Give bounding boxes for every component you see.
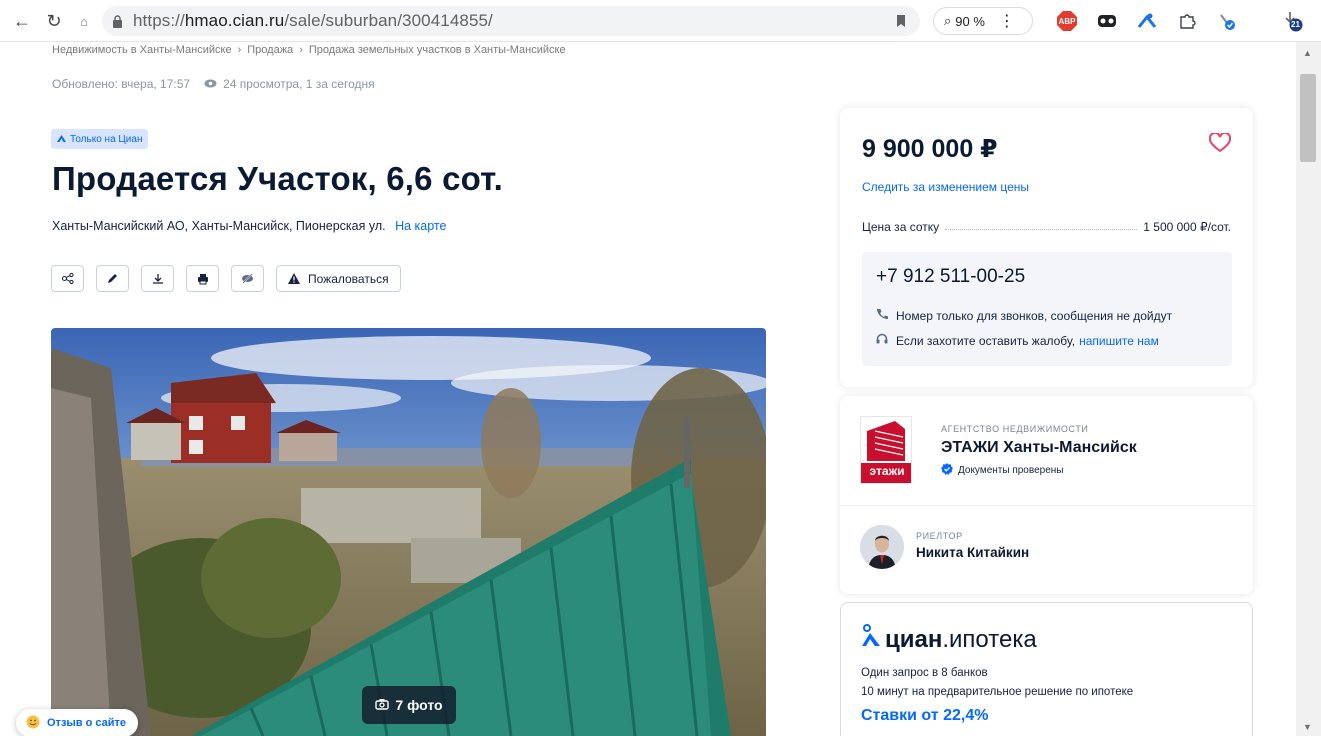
listing-meta: Обновлено: вчера, 17:57 24 просмотра, 1 … (52, 77, 375, 91)
scroll-thumb[interactable] (1300, 74, 1316, 162)
only-on-cian-badge: Только на Циан (51, 129, 149, 149)
cian-logo-icon (861, 623, 881, 654)
agency-logo[interactable]: этажи (860, 416, 912, 484)
map-link[interactable]: На карте (395, 219, 446, 233)
cian-mortgage-logo: циан .ипотека (861, 623, 1037, 654)
phone-box: +7 912 511-00-25 Номер только для звонко… (862, 252, 1232, 366)
address: Ханты-Мансийский АО, Ханты-Мансийск, Пио… (52, 219, 446, 233)
phone-icon (876, 308, 888, 323)
share-icon (61, 273, 74, 284)
back-icon[interactable]: ← (10, 9, 34, 33)
downloads-icon[interactable]: 21 (1282, 10, 1304, 32)
calls-only-note: Номер только для звонков, сообщения не д… (876, 308, 1172, 323)
realtor-type: РИЕЛТОР (916, 531, 963, 541)
page-content: Недвижимость в Ханты-Мансийске › Продажа… (0, 42, 1296, 736)
realtor-name[interactable]: Никита Китайкин (916, 545, 1029, 560)
price: 9 900 000 ₽ (862, 135, 998, 163)
views-text: 24 просмотра, 1 за сегодня (223, 77, 375, 91)
hide-button[interactable] (231, 265, 264, 292)
bookmark-icon[interactable] (896, 14, 906, 33)
price-card: 9 900 000 ₽ Следить за изменением цены Ц… (840, 108, 1253, 387)
home-icon[interactable]: ⌂ (72, 9, 96, 33)
verified-badge: Документы проверены (941, 463, 1063, 478)
adblock-icon[interactable]: ABP (1056, 10, 1078, 32)
note-button[interactable] (96, 265, 129, 292)
updated-text: Обновлено: вчера, 17:57 (52, 77, 191, 91)
breadcrumb-item[interactable]: Продажа земельных участков в Ханты-Манси… (309, 44, 566, 56)
watch-price-link[interactable]: Следить за изменением цены (862, 180, 1029, 194)
extension-mask-icon[interactable] (1096, 10, 1118, 32)
extension-person-icon[interactable] (1136, 10, 1158, 32)
address-text: Ханты-Мансийский АО, Ханты-Мансийск, Пио… (52, 219, 386, 233)
dotted-leader (945, 228, 1138, 230)
mortgage-line-2: 10 минут на предварительное решение по и… (861, 686, 1134, 698)
printer-icon (197, 273, 208, 284)
zoom-icon: ⌕ (944, 13, 952, 28)
agency-type: АГЕНТСТВО НЕДВИЖИМОСТИ (941, 424, 1089, 434)
agency-name[interactable]: ЭТАЖИ Ханты-Мансийск (941, 439, 1137, 457)
breadcrumb-item[interactable]: Недвижимость в Ханты-Мансийске (52, 44, 232, 56)
url-text: https://hmao.cian.ru/sale/suburban/30041… (133, 11, 493, 30)
price-per-sotka: Цена за сотку 1 500 000 ₽/сот. (862, 220, 1231, 234)
agency-card: этажи АГЕНТСТВО НЕДВИЖИМОСТИ ЭТАЖИ Ханты… (840, 396, 1253, 594)
eye-icon (204, 77, 217, 91)
listing-toolbar: Пожаловаться (51, 265, 401, 292)
scroll-down-icon[interactable]: ▼ (1303, 722, 1312, 732)
favorite-heart-icon[interactable] (1208, 131, 1232, 160)
mortgage-card[interactable]: циан .ипотека Один запрос в 8 банков 10 м… (840, 602, 1253, 736)
breadcrumb: Недвижимость в Ханты-Мансийске › Продажа… (52, 44, 566, 56)
breadcrumb-separator: › (299, 44, 303, 56)
listing-photo[interactable] (51, 328, 766, 736)
print-button[interactable] (186, 265, 219, 292)
warning-icon (288, 273, 300, 284)
reload-icon[interactable]: ↻ (42, 9, 66, 33)
breadcrumb-separator: › (237, 44, 242, 56)
share-button[interactable] (51, 265, 84, 292)
browser-toolbar: ← ↻ ⌂ https://hmao.cian.ru/sale/suburban… (0, 0, 1321, 42)
photo-count-button[interactable]: 7 фото (362, 686, 456, 724)
extension-check-icon[interactable] (1216, 10, 1238, 32)
smile-icon (26, 715, 40, 732)
hide-eye-icon (242, 273, 253, 284)
menu-icon[interactable]: ⋮ (999, 11, 1015, 31)
extension-puzzle-icon[interactable] (1176, 10, 1198, 32)
phone-number[interactable]: +7 912 511-00-25 (876, 266, 1025, 288)
scroll-up-icon[interactable]: ▲ (1303, 48, 1312, 58)
download-button[interactable] (141, 265, 174, 292)
complaint-note: Если захотите оставить жалобу, напишите … (876, 333, 1159, 348)
pencil-icon (108, 274, 117, 283)
page-scrollbar[interactable]: ▲ ▼ (1296, 42, 1321, 736)
complain-button[interactable]: Пожаловаться (276, 265, 401, 292)
page-title: Продается Участок, 6,6 сот. (52, 160, 504, 197)
verified-icon (941, 463, 953, 478)
mortgage-line-1: Один запрос в 8 банков (861, 667, 988, 679)
site-feedback-button[interactable]: Отзыв о сайте (16, 709, 139, 736)
breadcrumb-item[interactable]: Продажа (247, 44, 293, 56)
divider (840, 505, 1253, 506)
mortgage-rate[interactable]: Ставки от 22,4% (861, 707, 988, 725)
avatar[interactable] (860, 525, 904, 569)
headset-icon (876, 333, 888, 348)
address-bar[interactable]: https://hmao.cian.ru/sale/suburban/30041… (102, 6, 920, 36)
camera-icon (375, 697, 390, 713)
write-us-link[interactable]: напишите нам (1079, 334, 1159, 348)
download-icon (152, 273, 163, 284)
lock-icon (112, 14, 123, 28)
cian-arrow-icon (57, 134, 66, 145)
zoom-indicator[interactable]: ⌕ 90 % ⋮ (933, 7, 1033, 35)
